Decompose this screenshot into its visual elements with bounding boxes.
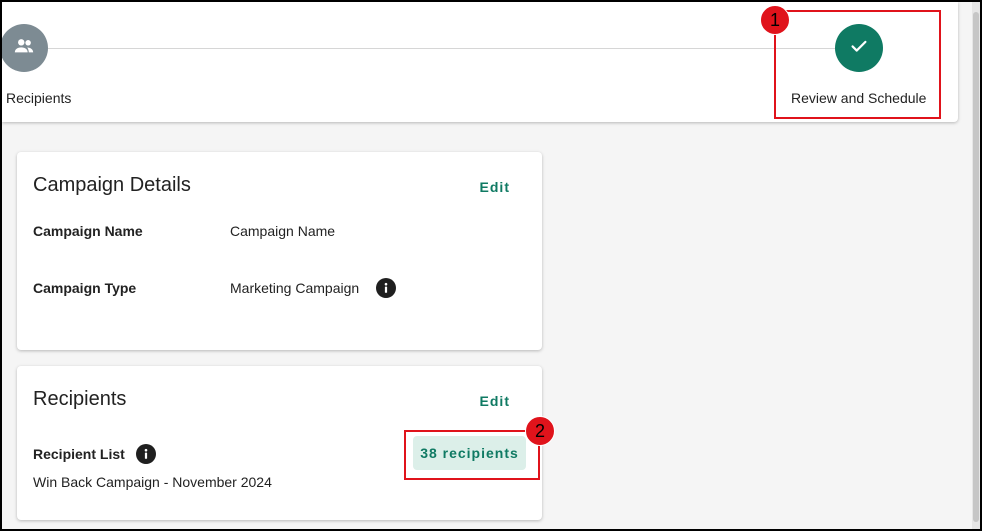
recipient-list-info-icon[interactable] <box>136 444 156 464</box>
app-frame: Recipients Review and Schedule Campaign … <box>2 2 980 529</box>
campaign-details-title: Campaign Details <box>33 174 191 196</box>
step-recipients[interactable] <box>2 24 48 72</box>
campaign-type-value: Marketing Campaign <box>230 280 360 296</box>
stepper-connector <box>42 48 842 49</box>
annotation-marker-1: 1 <box>760 5 790 35</box>
recipient-list-label: Recipient List <box>33 446 125 462</box>
annotation-marker-2: 2 <box>525 416 555 446</box>
recipients-title: Recipients <box>33 388 127 410</box>
scrollbar-thumb[interactable] <box>973 12 979 522</box>
campaign-name-label: Campaign Name <box>33 223 143 239</box>
step-recipients-label[interactable]: Recipients <box>6 90 71 106</box>
edit-campaign-details-button[interactable]: Edit <box>480 179 510 195</box>
campaign-name-value: Campaign Name <box>230 223 336 239</box>
annotation-box-review-step <box>774 10 941 119</box>
vertical-scrollbar[interactable] <box>972 2 980 529</box>
campaign-type-label: Campaign Type <box>33 280 137 296</box>
annotation-box-recipient-count <box>404 430 540 480</box>
recipient-list-value: Win Back Campaign - November 2024 <box>33 474 272 490</box>
edit-recipients-button[interactable]: Edit <box>480 393 510 409</box>
people-icon <box>13 35 35 62</box>
campaign-details-card: Campaign Details Edit Campaign Name Camp… <box>17 152 542 350</box>
campaign-type-info-icon[interactable] <box>376 278 396 298</box>
